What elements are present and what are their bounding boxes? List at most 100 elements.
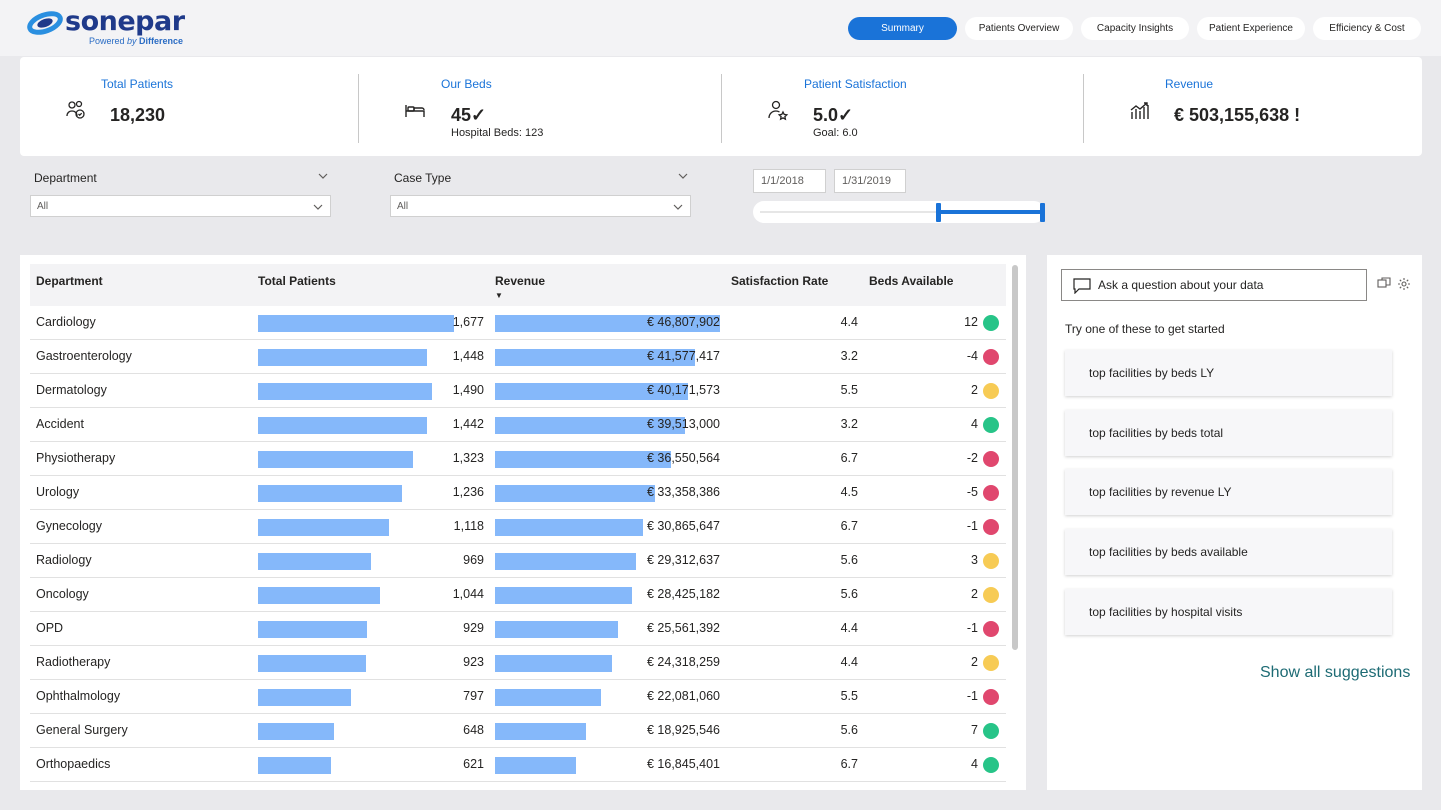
- patients-bar: [258, 689, 351, 706]
- convert-visual-icon[interactable]: [1377, 277, 1391, 291]
- gear-icon[interactable]: [1397, 277, 1411, 291]
- page-navigation: Summary Patients Overview Capacity Insig…: [848, 17, 1421, 40]
- show-all-suggestions-link[interactable]: Show all suggestions: [1260, 664, 1410, 682]
- patients-cell: 1,490: [452, 383, 484, 397]
- beds-available-cell: 2: [971, 655, 978, 669]
- column-header-satisfaction-rate[interactable]: Satisfaction Rate: [731, 274, 828, 288]
- qa-hint-text: Try one of these to get started: [1065, 322, 1225, 336]
- table-row[interactable]: Gastroenterology 1,448 € 41,577,417 3.2 -4: [30, 340, 1006, 374]
- patients-cell: 929: [463, 621, 484, 635]
- satisfaction-cell: 4.4: [840, 621, 858, 635]
- suggestion-button[interactable]: top facilities by beds available: [1065, 529, 1392, 575]
- chevron-down-icon[interactable]: [677, 170, 689, 182]
- satisfaction-cell: 6.7: [840, 451, 858, 465]
- satisfaction-cell: 4.4: [840, 655, 858, 669]
- satisfaction-cell: 5.6: [840, 723, 858, 737]
- table-row[interactable]: Dermatology 1,490 € 40,171,573 5.5 2: [30, 374, 1006, 408]
- suggestion-button[interactable]: top facilities by hospital visits: [1065, 589, 1392, 635]
- table-row[interactable]: Cardiology 1,677 € 46,807,902 4.4 12: [30, 306, 1006, 340]
- patients-bar: [258, 723, 334, 740]
- suggestion-button[interactable]: top facilities by revenue LY: [1065, 469, 1392, 515]
- department-cell: Cardiology: [36, 315, 96, 329]
- status-indicator-icon: [983, 519, 999, 535]
- patients-bar: [258, 757, 331, 774]
- tab-capacity-insights[interactable]: Capacity Insights: [1081, 17, 1189, 40]
- tab-patient-experience[interactable]: Patient Experience: [1197, 17, 1305, 40]
- table-header: Department Total Patients Revenue ▼ Sati…: [30, 264, 1006, 306]
- patients-bar: [258, 451, 413, 468]
- patients-cell: 969: [463, 553, 484, 567]
- department-table: Department Total Patients Revenue ▼ Sati…: [20, 255, 1026, 790]
- chevron-down-icon: [313, 204, 323, 210]
- tagline-by: by: [127, 36, 140, 46]
- kpi-subtext: Goal: 6.0: [813, 127, 858, 139]
- patients-cell: 621: [463, 757, 484, 771]
- sonepar-logo-icon: [27, 11, 63, 35]
- kpi-patient-satisfaction: Patient Satisfaction 5.0✓ Goal: 6.0: [722, 57, 1083, 156]
- revenue-bar: [495, 757, 576, 774]
- department-cell: Radiotherapy: [36, 655, 111, 669]
- department-cell: Dermatology: [36, 383, 107, 397]
- table-row[interactable]: Radiotherapy 923 € 24,318,259 4.4 2: [30, 646, 1006, 680]
- date-slider-range: [939, 210, 1043, 214]
- revenue-cell: € 46,807,902: [647, 315, 720, 329]
- column-header-beds-available[interactable]: Beds Available: [869, 274, 953, 288]
- table-row[interactable]: Gynecology 1,118 € 30,865,647 6.7 -1: [30, 510, 1006, 544]
- department-cell: Ophthalmology: [36, 689, 121, 703]
- growth-chart-icon: [1130, 102, 1149, 119]
- suggestion-button[interactable]: top facilities by beds LY: [1065, 350, 1392, 396]
- status-indicator-icon: [983, 417, 999, 433]
- tab-summary[interactable]: Summary: [848, 17, 957, 40]
- suggestion-button[interactable]: top facilities by beds total: [1065, 410, 1392, 456]
- table-row[interactable]: Radiology 969 € 29,312,637 5.6 3: [30, 544, 1006, 578]
- kpi-title: Our Beds: [441, 77, 492, 91]
- date-slider-end-handle[interactable]: [1040, 203, 1045, 222]
- beds-available-cell: -2: [966, 451, 978, 465]
- department-dropdown[interactable]: All: [30, 195, 331, 217]
- kpi-value: € 503,155,638 !: [1174, 105, 1301, 125]
- patients-cell: 1,677: [452, 315, 484, 329]
- patients-bar: [258, 519, 389, 536]
- satisfaction-cell: 3.2: [840, 349, 858, 363]
- brand-name: sonepar: [65, 6, 185, 37]
- revenue-cell: € 33,358,386: [647, 485, 720, 499]
- column-header-revenue[interactable]: Revenue: [495, 274, 545, 288]
- qa-question-input[interactable]: Ask a question about your data: [1061, 269, 1367, 301]
- beds-available-cell: 2: [971, 587, 978, 601]
- tagline-word: Difference: [139, 36, 184, 46]
- date-start-input[interactable]: 1/1/2018: [753, 169, 826, 193]
- case-type-filter-label: Case Type: [394, 171, 452, 185]
- department-cell: Gynecology: [36, 519, 103, 533]
- revenue-bar: [495, 723, 586, 740]
- tab-efficiency-cost[interactable]: Efficiency & Cost: [1313, 17, 1421, 40]
- patients-bar: [258, 621, 367, 638]
- date-end-input[interactable]: 1/31/2019: [834, 169, 906, 193]
- date-slider-start-handle[interactable]: [936, 203, 941, 222]
- table-row[interactable]: General Surgery 648 € 18,925,546 5.6 7: [30, 714, 1006, 748]
- table-row[interactable]: Urology 1,236 € 33,358,386 4.5 -5: [30, 476, 1006, 510]
- table-row[interactable]: Physiotherapy 1,323 € 36,550,564 6.7 -2: [30, 442, 1006, 476]
- patients-cell: 648: [463, 723, 484, 737]
- table-row[interactable]: Orthopaedics 621 € 16,845,401 6.7 4: [30, 748, 1006, 782]
- kpi-value: 18,230: [110, 105, 166, 125]
- table-row[interactable]: Oncology 1,044 € 28,425,182 5.6 2: [30, 578, 1006, 612]
- column-header-department[interactable]: Department: [36, 274, 103, 288]
- revenue-cell: € 25,561,392: [647, 621, 720, 635]
- beds-available-cell: -1: [966, 621, 978, 635]
- beds-available-cell: -5: [966, 485, 978, 499]
- case-type-dropdown[interactable]: All: [390, 195, 691, 217]
- department-cell: Orthopaedics: [36, 757, 111, 771]
- chat-bubble-icon: [1073, 278, 1091, 294]
- tab-patients-overview[interactable]: Patients Overview: [965, 17, 1073, 40]
- table-row[interactable]: Ophthalmology 797 € 22,081,060 5.5 -1: [30, 680, 1006, 714]
- column-header-total-patients[interactable]: Total Patients: [258, 274, 336, 288]
- person-star-icon: [768, 100, 789, 121]
- revenue-cell: € 29,312,637: [647, 553, 720, 567]
- kpi-title: Patient Satisfaction: [804, 77, 907, 91]
- chevron-down-icon[interactable]: [317, 170, 329, 182]
- kpi-subtext: Hospital Beds: 123: [451, 127, 544, 139]
- table-row[interactable]: OPD 929 € 25,561,392 4.4 -1: [30, 612, 1006, 646]
- table-row[interactable]: Accident 1,442 € 39,513,000 3.2 4: [30, 408, 1006, 442]
- satisfaction-cell: 4.5: [840, 485, 858, 499]
- table-scrollbar[interactable]: [1012, 265, 1018, 650]
